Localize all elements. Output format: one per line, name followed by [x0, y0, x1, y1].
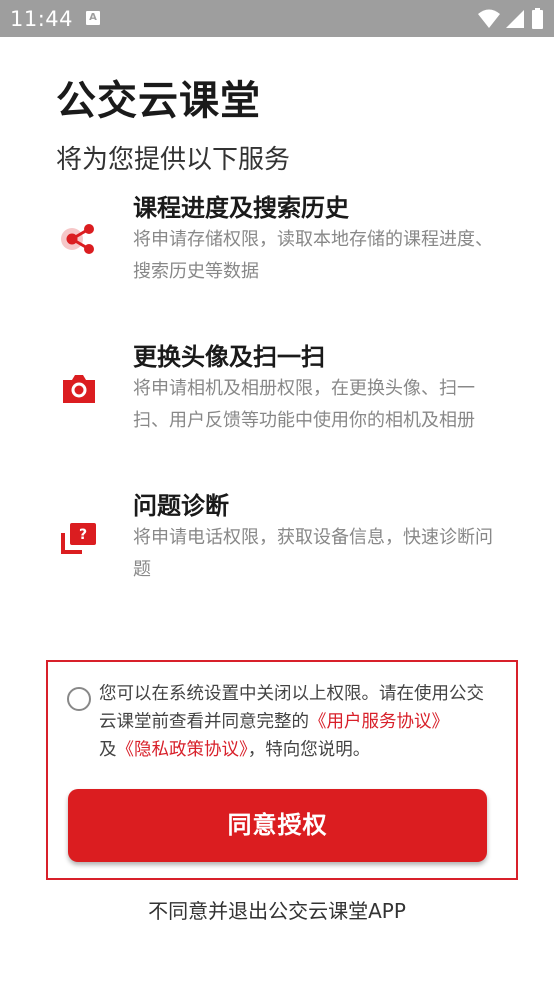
- privacy-policy-link[interactable]: 《隐私政策协议》: [117, 740, 248, 760]
- permission-title: 更换头像及扫一扫: [133, 343, 325, 371]
- consent-panel: 您可以在系统设置中关闭以上权限。请在使用公交云课堂前查看并同意完整的《用户服务协…: [46, 660, 518, 880]
- svg-text:?: ?: [79, 527, 87, 543]
- permission-description: 将申请存储权限，读取本地存储的课程进度、搜索历史等数据: [133, 229, 493, 282]
- status-time: 11:44: [10, 7, 74, 31]
- permission-description: 将申请电话权限，获取设备信息，快速诊断问题: [133, 527, 493, 580]
- page-title: 公交云课堂: [56, 78, 261, 124]
- camera-icon: [60, 370, 98, 408]
- battery-icon: [532, 8, 543, 29]
- consent-text-part2: 及: [99, 740, 117, 760]
- permission-title: 问题诊断: [133, 492, 229, 520]
- page-subtitle: 将为您提供以下服务: [56, 145, 291, 175]
- consent-checkbox[interactable]: [67, 687, 91, 711]
- consent-text: 您可以在系统设置中关闭以上权限。请在使用公交云课堂前查看并同意完整的《用户服务协…: [99, 680, 497, 764]
- signal-icon: [506, 10, 524, 28]
- user-agreement-link[interactable]: 《用户服务协议》: [309, 712, 449, 732]
- status-icons: [478, 8, 543, 29]
- help-chat-icon: ?: [60, 519, 98, 557]
- status-bar: 11:44 A: [0, 0, 554, 37]
- wifi-icon: [478, 9, 500, 28]
- consent-text-part3: ，特向您说明。: [247, 740, 371, 760]
- agree-button[interactable]: 同意授权: [68, 789, 487, 862]
- share-icon: [60, 220, 98, 258]
- permission-description: 将申请相机及相册权限，在更换头像、扫一扫、用户反馈等功能中使用你的相机及相册: [133, 378, 475, 431]
- notification-badge: A: [86, 11, 100, 25]
- disagree-exit-link[interactable]: 不同意并退出公交云课堂APP: [0, 895, 554, 924]
- permission-title: 课程进度及搜索历史: [133, 194, 349, 222]
